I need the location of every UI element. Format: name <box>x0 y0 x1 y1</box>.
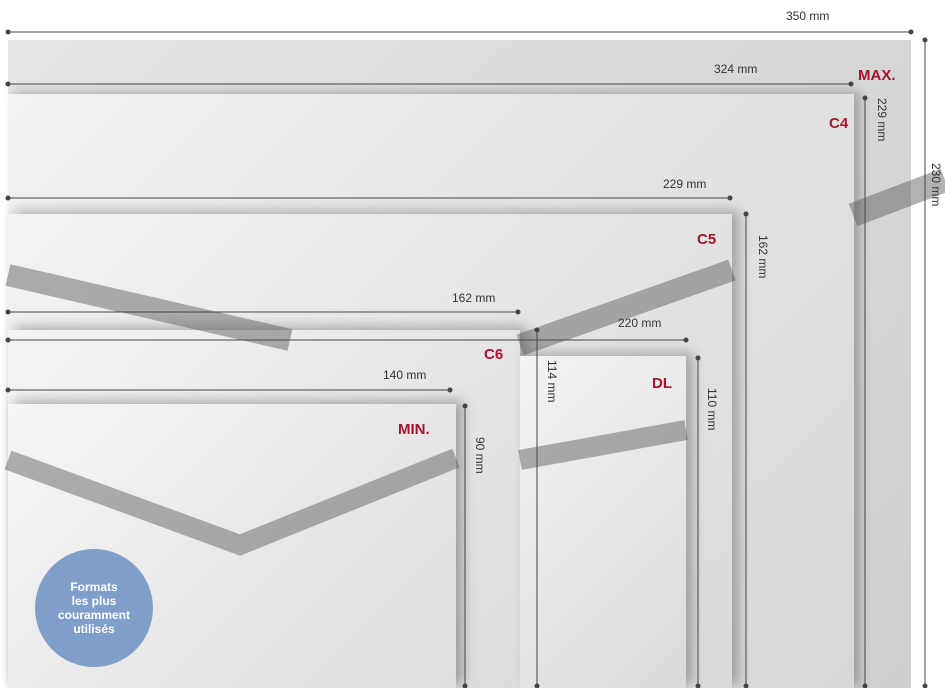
stripe-min <box>4 448 460 556</box>
format-label-c4: C4 <box>829 115 849 132</box>
badge-text: Formats les plus couramment utilisés <box>57 580 131 636</box>
dim-c4-height: 229 mm <box>875 98 889 142</box>
dim-c6-width: 162 mm <box>452 291 496 305</box>
common-formats-badge: Formats les plus couramment utilisés <box>35 549 153 667</box>
stripe-c5 <box>5 259 736 356</box>
format-label-c5: C5 <box>697 231 717 248</box>
dim-c6-height: 114 mm <box>545 360 559 403</box>
dim-dl-height: 110 mm <box>705 388 719 431</box>
dim-max-height: 230 mm <box>929 163 943 207</box>
format-label-min: MIN. <box>398 421 430 438</box>
format-label-dl: DL <box>652 375 672 392</box>
stripe-c6 <box>518 420 688 470</box>
dim-c4-width: 324 mm <box>714 62 758 76</box>
dim-max-width: 350 mm <box>786 9 830 23</box>
format-label-c6: C6 <box>484 346 504 363</box>
dim-c5-width: 229 mm <box>663 177 707 191</box>
envelope-formats-diagram: MAX. C4 C5 C6 DL MIN. 350 mm 230 mm 324 … <box>0 0 945 688</box>
dim-min-width: 140 mm <box>383 368 427 382</box>
format-label-max: MAX. <box>858 67 896 84</box>
dim-min-height: 90 mm <box>473 437 487 474</box>
dim-c5-height: 162 mm <box>756 235 770 279</box>
shadow-stripes <box>4 168 945 556</box>
dim-dl-width: 220 mm <box>618 316 662 330</box>
